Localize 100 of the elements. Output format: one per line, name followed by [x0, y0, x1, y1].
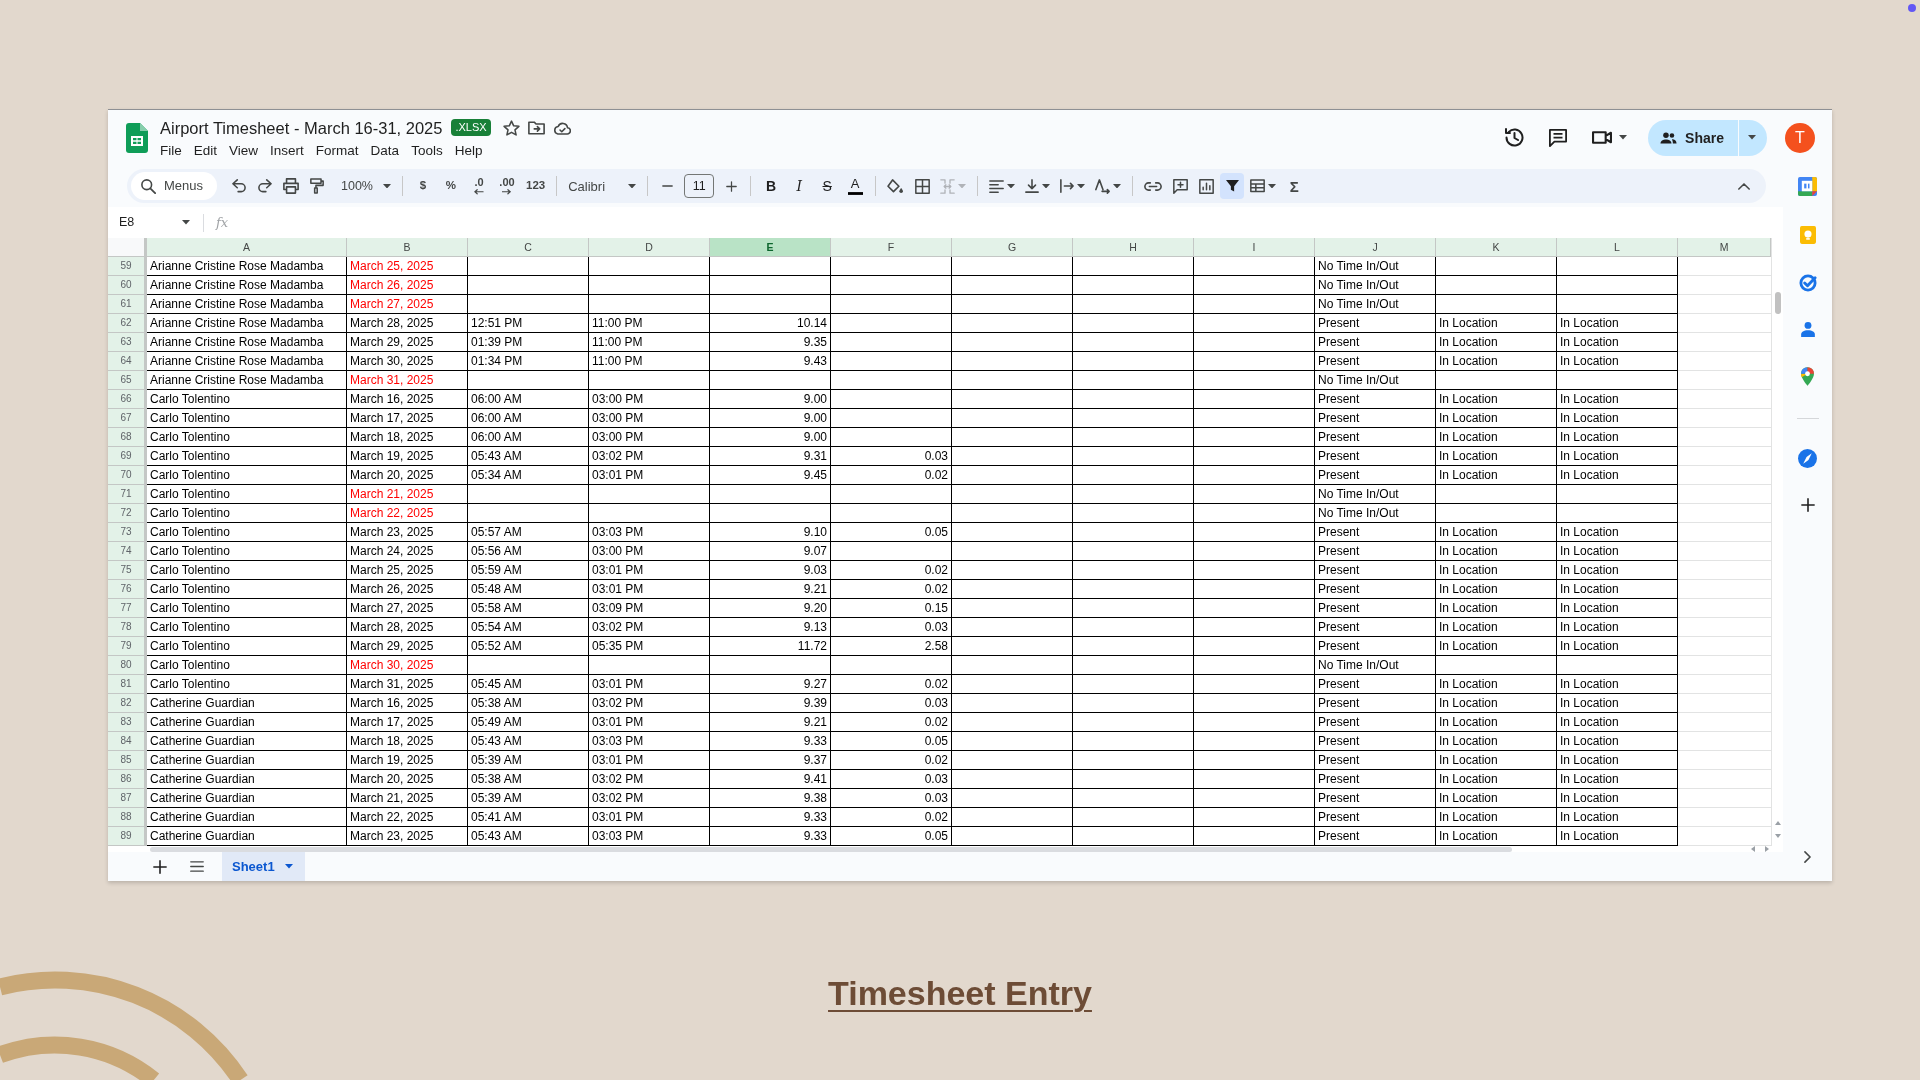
table-cell: Present [1315, 409, 1436, 428]
row-header[interactable]: 66 [108, 390, 147, 409]
table-cell: In Location [1557, 808, 1678, 827]
menu-item[interactable]: Insert [264, 140, 310, 161]
table-cell: 11:00 PM [589, 314, 710, 333]
row-header[interactable]: 80 [108, 656, 147, 675]
calendar-icon[interactable] [1798, 177, 1817, 196]
row-header[interactable]: 59 [108, 257, 147, 276]
number-format-button[interactable]: 123 [522, 173, 550, 199]
table-cell: March 30, 2025 [347, 352, 468, 371]
column-header[interactable]: H [1073, 238, 1194, 257]
row-header[interactable]: 76 [108, 580, 147, 599]
row-header[interactable]: 68 [108, 428, 147, 447]
row-header[interactable]: 82 [108, 694, 147, 713]
row-header[interactable]: 87 [108, 789, 147, 808]
row-header[interactable]: 79 [108, 637, 147, 656]
column-header[interactable]: L [1557, 238, 1678, 257]
row-header[interactable]: 61 [108, 295, 147, 314]
row-header[interactable]: 65 [108, 371, 147, 390]
person-icon[interactable] [1800, 322, 1815, 337]
strikethrough-button[interactable]: S [814, 173, 841, 199]
share-button[interactable]: Share [1648, 119, 1738, 156]
table-cell: 03:01 PM [589, 808, 710, 827]
functions-button[interactable]: Σ [1282, 173, 1307, 199]
row-header[interactable]: 89 [108, 827, 147, 846]
row-header[interactable]: 81 [108, 675, 147, 694]
increase-decimal-button[interactable]: .00 [494, 173, 520, 199]
menu-item[interactable]: Data [364, 140, 406, 161]
row-header[interactable]: 72 [108, 504, 147, 523]
column-header[interactable]: E [710, 238, 831, 257]
row-header[interactable]: 73 [108, 523, 147, 542]
row-header[interactable]: 67 [108, 409, 147, 428]
column-header[interactable]: D [589, 238, 710, 257]
table-cell: Carlo Tolentino [147, 618, 347, 637]
vertical-scrollbar-thumb[interactable] [1774, 292, 1781, 314]
row-header[interactable]: 78 [108, 618, 147, 637]
column-header[interactable]: C [468, 238, 589, 257]
row-header[interactable]: 75 [108, 561, 147, 580]
column-header[interactable]: B [347, 238, 468, 257]
menu-item[interactable]: File [154, 140, 188, 161]
number-format-button[interactable]: % [438, 173, 464, 199]
row-header[interactable]: 74 [108, 542, 147, 561]
row-header[interactable]: 88 [108, 808, 147, 827]
row-header[interactable]: 60 [108, 276, 147, 295]
table-cell: 06:00 AM [468, 428, 589, 447]
row-header[interactable]: 63 [108, 333, 147, 352]
row-header[interactable]: 77 [108, 599, 147, 618]
row-header[interactable]: 70 [108, 466, 147, 485]
decrease-decimal-button[interactable]: .0 [466, 173, 492, 199]
row-header[interactable]: 69 [108, 447, 147, 466]
check-circle-icon[interactable] [1798, 274, 1817, 292]
scroll-right-icon[interactable] [1765, 846, 1769, 852]
search-field[interactable]: Menus [131, 172, 217, 200]
menu-item[interactable]: View [223, 140, 265, 161]
column-header[interactable]: A [147, 238, 347, 257]
menu-item[interactable]: Help [448, 140, 489, 161]
column-header[interactable]: J [1315, 238, 1436, 257]
bold-button[interactable]: B [758, 173, 785, 199]
column-header[interactable]: M [1678, 238, 1771, 257]
column-header[interactable]: F [831, 238, 952, 257]
fx-label: fx [214, 213, 230, 232]
column-header[interactable]: I [1194, 238, 1315, 257]
compass-icon[interactable] [1798, 449, 1817, 468]
map-pin-icon[interactable] [1801, 367, 1814, 386]
column-header[interactable]: G [952, 238, 1073, 257]
font-size-field[interactable]: 11 [684, 174, 715, 198]
row-header[interactable]: 84 [108, 732, 147, 751]
row-header[interactable]: 85 [108, 751, 147, 770]
scroll-left-icon[interactable] [1751, 846, 1755, 852]
add-icon[interactable] [1800, 498, 1815, 512]
row-header[interactable]: 83 [108, 713, 147, 732]
row-header[interactable]: 64 [108, 352, 147, 371]
filter-button[interactable] [1220, 173, 1245, 199]
chevron-right-icon[interactable] [1804, 851, 1811, 863]
zoom-select[interactable]: 100% [337, 173, 395, 199]
text-color-button[interactable]: A [842, 173, 869, 199]
menu-item[interactable]: Edit [187, 140, 224, 161]
sheet-tab[interactable]: Sheet1 [222, 852, 305, 881]
cloud-icon [552, 120, 571, 135]
menu-item[interactable]: Format [309, 140, 365, 161]
row-header[interactable]: 71 [108, 485, 147, 504]
menu-item[interactable]: Tools [405, 140, 449, 161]
row-header[interactable]: 86 [108, 770, 147, 789]
number-format-button[interactable]: $ [410, 173, 436, 199]
table-cell: 05:54 AM [468, 618, 589, 637]
table-cell: Carlo Tolentino [147, 599, 347, 618]
sheets-logo-icon[interactable] [126, 122, 148, 153]
color-swatch-icon [847, 192, 863, 195]
font-select[interactable]: Calibri [564, 173, 641, 199]
horizontal-scrollbar-thumb[interactable] [150, 846, 1512, 852]
table-cell: 9.45 [710, 466, 831, 485]
scroll-down-icon[interactable] [1774, 834, 1781, 838]
name-box[interactable]: E8 [108, 210, 199, 235]
scroll-up-icon[interactable] [1774, 821, 1781, 825]
table-cell: 05:39 AM [468, 789, 589, 808]
column-header[interactable]: K [1436, 238, 1557, 257]
table-cell: March 25, 2025 [347, 257, 468, 276]
document-title[interactable]: Airport Timesheet - March 16-31, 2025 [160, 115, 443, 140]
italic-button[interactable]: I [786, 173, 813, 199]
row-header[interactable]: 62 [108, 314, 147, 333]
